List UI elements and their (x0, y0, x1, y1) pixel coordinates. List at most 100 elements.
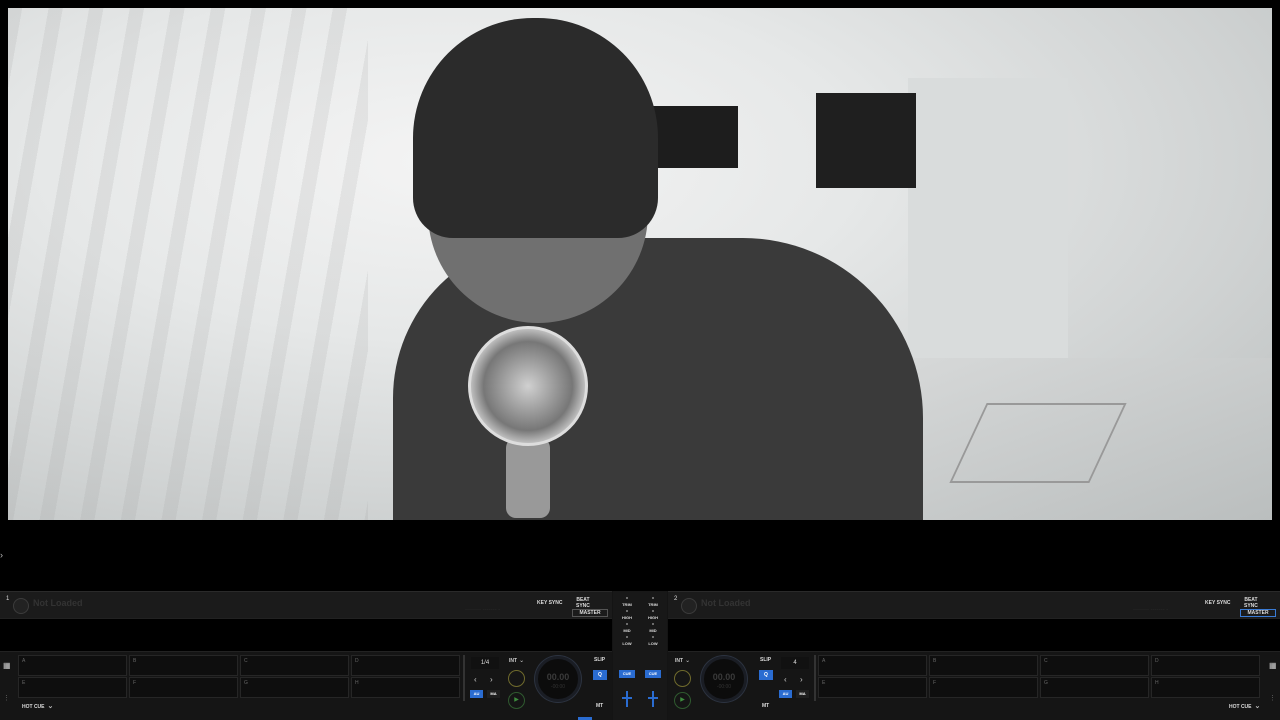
deck-1-pad-h[interactable]: H (351, 677, 460, 698)
deck-2-quantize-button[interactable]: Q (759, 670, 773, 680)
knob-dot[interactable] (652, 636, 654, 638)
deck-2-loop-prev-icon[interactable]: ‹ (784, 675, 787, 684)
pad-label: C (1044, 658, 1048, 664)
deck-1-pad-a[interactable]: A (18, 655, 127, 676)
deck-2-loop-next-icon[interactable]: › (800, 675, 803, 684)
deck-2-pad-page-icon[interactable]: ⋮ (1269, 695, 1277, 703)
low-label: LOW (648, 641, 658, 646)
deck-2-pitch-slider[interactable] (814, 655, 816, 701)
mid-label: MID (649, 628, 657, 633)
deck-1-disc-icon (13, 598, 29, 614)
channel-2-cue-button[interactable]: CUE (645, 670, 661, 678)
deck-1-manual-loop-button[interactable]: MA (487, 690, 500, 698)
deck-1-pad-g[interactable]: G (240, 677, 349, 698)
mid-label: MID (623, 628, 631, 633)
deck-1-auto-loop-button[interactable]: AU (470, 690, 483, 698)
deck-1-pad-mode-grid-icon[interactable]: ▦ (3, 661, 11, 670)
channel-2-volume-fader[interactable] (648, 691, 658, 707)
trim-label: TRIM (622, 602, 632, 607)
deck-2-pad-mode-grid-icon[interactable]: ▦ (1269, 661, 1277, 670)
knob-dot[interactable] (652, 597, 654, 599)
deck-2-jog-wheel[interactable]: 00.00 -00:00 (701, 656, 747, 702)
deck-2-auto-loop-button[interactable]: AU (779, 690, 792, 698)
deck-2-manual-loop-button[interactable]: MA (796, 690, 809, 698)
pad-label: D (355, 658, 359, 664)
deck-1-loop-prev-icon[interactable]: ‹ (474, 675, 477, 684)
high-label: HIGH (622, 615, 632, 620)
pad-label: F (933, 680, 937, 686)
video-window (816, 93, 916, 188)
deck-2-track-info: -------- ------- - (1133, 607, 1169, 613)
knob-dot[interactable] (626, 636, 628, 638)
deck-2-time: 00.00 (712, 672, 736, 682)
deck-2-key-sync-button[interactable]: KEY SYNC (1205, 600, 1230, 606)
deck-1-pad-b[interactable]: B (129, 655, 238, 676)
deck-1-master-button[interactable]: MASTER (572, 609, 608, 617)
knob-dot[interactable] (626, 623, 628, 625)
knob-dot[interactable] (626, 597, 628, 599)
deck-1-slip-button[interactable]: SLIP (594, 657, 605, 663)
deck-1-beat-sync-button[interactable]: BEAT SYNC (576, 597, 590, 609)
pad-label: A (22, 658, 26, 664)
video-preview (8, 8, 1272, 520)
deck-2-pad-c[interactable]: C (1040, 655, 1149, 676)
deck-2-beat-sync-button[interactable]: BEAT SYNC (1244, 597, 1258, 609)
deck-1-pad-d[interactable]: D (351, 655, 460, 676)
hotcue-label: HOT CUE (1229, 704, 1252, 710)
deck-2-master-button[interactable]: MASTER (1240, 609, 1276, 617)
deck-1-cue-button[interactable] (508, 670, 525, 687)
deck-1-jog-wheel[interactable]: 00.00 -00:00 (535, 656, 581, 702)
deck-1-pad-f[interactable]: F (129, 677, 238, 698)
pad-label: E (22, 680, 26, 686)
deck-2-loop-size[interactable]: 4 (781, 657, 809, 669)
deck-1-master-tempo-button[interactable]: MT (596, 703, 603, 709)
low-label: LOW (622, 641, 632, 646)
deck-2-pad-g[interactable]: G (1040, 677, 1149, 698)
deck-2-pad-f[interactable]: F (929, 677, 1038, 698)
knob-dot[interactable] (652, 610, 654, 612)
deck-2: 2 Not Loaded -------- ------- - KEY SYNC… (668, 591, 1280, 720)
deck-2-pad-d[interactable]: D (1151, 655, 1260, 676)
deck-1-loop-size[interactable]: 1/4 (471, 657, 499, 669)
pad-label: D (1155, 658, 1159, 664)
deck-1-quantize-button[interactable]: Q (593, 670, 607, 680)
channel-1-volume-fader[interactable] (622, 691, 632, 707)
deck-2-pad-e[interactable]: E (818, 677, 927, 698)
deck-2-master-tempo-button[interactable]: MT (762, 703, 769, 709)
dj-controller-panel: 1 Not Loaded -------- ------- - KEY SYNC… (0, 591, 1280, 720)
chevron-down-icon: ⌄ (47, 703, 54, 710)
mixer: TRIM HIGH MID LOW TRIM HIGH MID LOW CUE … (613, 591, 667, 720)
video-person-beanie (413, 18, 658, 238)
knob-dot[interactable] (652, 623, 654, 625)
deck-2-cue-button[interactable] (674, 670, 691, 687)
deck-1: 1 Not Loaded -------- ------- - KEY SYNC… (0, 591, 612, 720)
deck-2-pad-b[interactable]: B (929, 655, 1038, 676)
pad-label: B (133, 658, 137, 664)
deck-1-hotcue-pads: A B C D E F G H (18, 655, 460, 699)
deck-2-play-button[interactable]: ▶ (674, 692, 691, 709)
trim-label: TRIM (648, 602, 658, 607)
pad-label: H (355, 680, 359, 686)
channel-1-cue-button[interactable]: CUE (619, 670, 635, 678)
deck-1-key-sync-button[interactable]: KEY SYNC (537, 600, 562, 606)
pad-label: E (822, 680, 826, 686)
deck-1-pad-page-icon[interactable]: ⋮ (3, 695, 11, 703)
deck-2-slip-button[interactable]: SLIP (760, 657, 771, 663)
deck-1-pitch-slider[interactable] (463, 655, 465, 701)
pad-label: G (244, 680, 248, 686)
expand-panel-icon[interactable]: › (0, 550, 8, 560)
deck-1-int-select[interactable]: INT ⌄ (509, 657, 524, 664)
deck-1-hotcue-mode-select[interactable]: HOT CUE ⌄ (22, 702, 53, 710)
knob-dot[interactable] (626, 610, 628, 612)
deck-1-loop-next-icon[interactable]: › (490, 675, 493, 684)
deck-2-hotcue-mode-select[interactable]: HOT CUE ⌄ (1229, 702, 1260, 710)
deck-2-pad-h[interactable]: H (1151, 677, 1260, 698)
app-root: › 1 Not Loaded -------- ------- - KEY SY… (0, 0, 1280, 720)
high-label: HIGH (648, 615, 658, 620)
deck-2-int-select[interactable]: INT ⌄ (675, 657, 690, 664)
deck-2-pad-a[interactable]: A (818, 655, 927, 676)
deck-1-pad-e[interactable]: E (18, 677, 127, 698)
deck-1-play-button[interactable]: ▶ (508, 692, 525, 709)
deck-1-number: 1 (6, 596, 10, 602)
deck-1-pad-c[interactable]: C (240, 655, 349, 676)
